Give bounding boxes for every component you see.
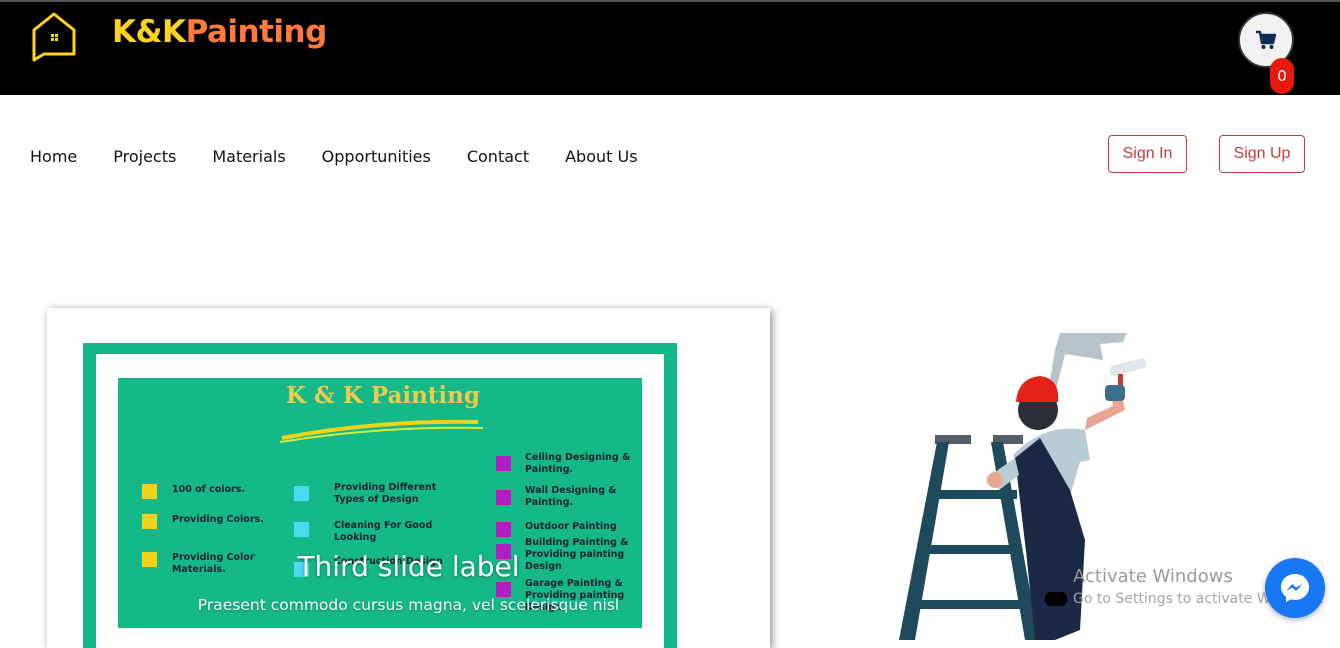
bullet-purple-icon [496, 456, 511, 471]
flyer-title: K & K Painting [286, 382, 480, 409]
flyer-item: 100 of colors. [172, 484, 245, 495]
cart-count-badge: 0 [1270, 58, 1294, 94]
bullet-purple-icon [496, 522, 511, 537]
brand-name[interactable]: K&KPainting [112, 14, 327, 50]
flyer-item: Cleaning For Good Looking [334, 520, 433, 543]
swoosh-decoration [279, 419, 484, 443]
bullet-cyan-icon [294, 522, 309, 537]
messenger-chat-button[interactable] [1265, 558, 1325, 618]
bullet-yellow-icon [142, 484, 157, 499]
slide-caption-text: Praesent commodo cursus magna, vel scele… [197, 596, 620, 614]
slide-flyer-image: K & K Painting 100 of colors. Providing … [118, 378, 642, 628]
nav-contact[interactable]: Contact [467, 147, 529, 166]
messenger-icon [1281, 574, 1309, 602]
brand-part-kk: K&K [112, 14, 186, 50]
nav-home[interactable]: Home [30, 147, 77, 166]
flyer-item: Wall Designing & Painting. [525, 485, 617, 508]
slide-caption-title: Third slide label [297, 550, 520, 583]
nav-projects[interactable]: Projects [113, 147, 176, 166]
nav-about-us[interactable]: About Us [565, 147, 637, 166]
flyer-item: Providing Colors. [172, 514, 264, 525]
bullet-yellow-icon [142, 514, 157, 529]
house-logo-icon[interactable] [30, 10, 78, 62]
nav-materials[interactable]: Materials [212, 147, 285, 166]
main-nav: Home Projects Materials Opportunities Co… [30, 147, 674, 166]
flyer-item: Providing Different Types of Design [334, 482, 437, 505]
activate-windows-title: Activate Windows [1073, 566, 1233, 587]
flyer-item: Outdoor Painting [525, 521, 617, 532]
sign-up-button[interactable]: Sign Up [1219, 135, 1305, 173]
shopping-cart-icon [1256, 30, 1277, 49]
bullet-purple-icon [496, 490, 511, 505]
brand-part-painting: Painting [185, 14, 328, 50]
flyer-item: Ceiling Designing & Painting. [525, 452, 631, 475]
nav-opportunities[interactable]: Opportunities [322, 147, 431, 166]
bullet-purple-icon [496, 582, 511, 597]
bullet-cyan-icon [294, 486, 309, 501]
top-header: K&KPainting [0, 0, 1340, 95]
sign-in-button[interactable]: Sign In [1108, 135, 1187, 173]
image-carousel[interactable]: K & K Painting 100 of colors. Providing … [47, 308, 770, 648]
